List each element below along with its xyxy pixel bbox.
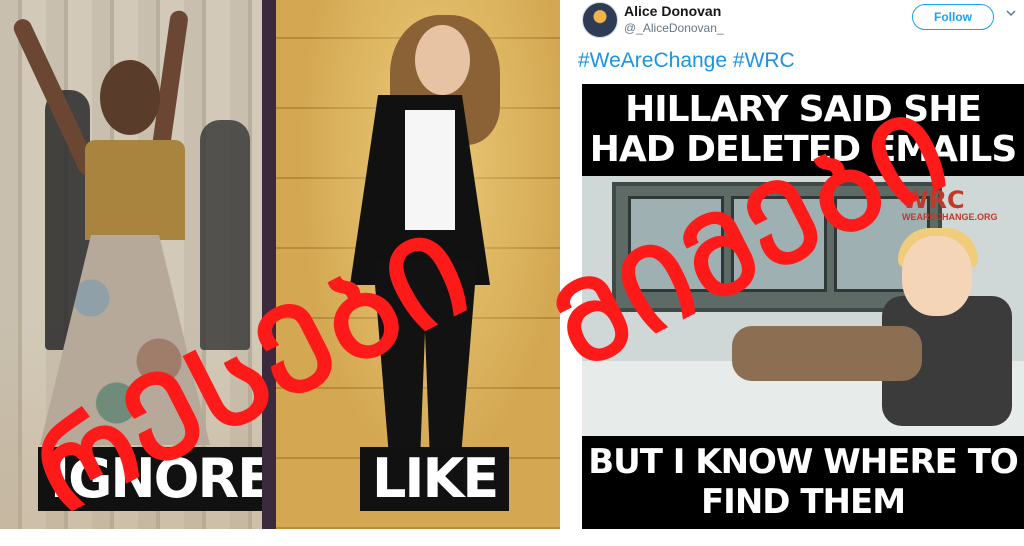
dancer-head: [100, 60, 160, 135]
model-face: [415, 25, 470, 95]
follow-button[interactable]: Follow: [912, 4, 994, 30]
avatar[interactable]: [582, 2, 618, 38]
hashtag-link[interactable]: #WRC: [733, 49, 795, 72]
author-handle[interactable]: @_AliceDonovan_: [624, 21, 724, 35]
cartoon-body: [732, 326, 922, 381]
dancer-top: [85, 140, 185, 240]
hashtag-link[interactable]: #WeAreChange: [578, 49, 727, 72]
cartoon-head: [902, 236, 972, 316]
meme-bottom-text: BUT I KNOW WHERE TO FIND THEM: [582, 436, 1024, 529]
author-name[interactable]: Alice Donovan: [624, 3, 721, 19]
like-caption: LIKE: [360, 447, 510, 511]
tweet-hashtags: #WeAreChange #WRC: [578, 49, 795, 73]
chevron-down-icon[interactable]: [1006, 8, 1016, 18]
